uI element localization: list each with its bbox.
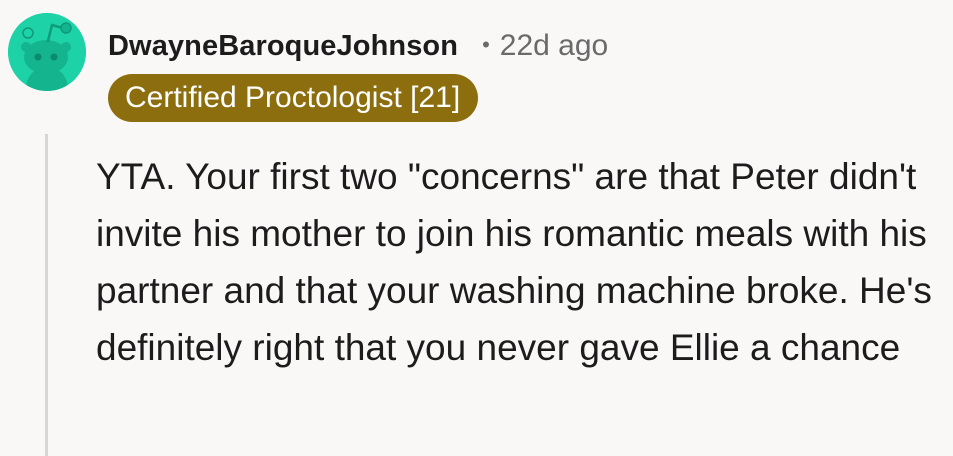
separator-dot: • bbox=[482, 32, 490, 57]
username-link[interactable]: DwayneBaroqueJohnson bbox=[108, 30, 458, 63]
user-flair-badge: Certified Proctologist [21] bbox=[108, 74, 479, 122]
comment-body: YTA. Your first two "concerns" are that … bbox=[96, 148, 936, 376]
comment-header: DwayneBaroqueJohnson • 22d ago bbox=[108, 26, 608, 66]
thread-collapse-line[interactable] bbox=[45, 134, 48, 456]
comment-body-text: YTA. Your first two "concerns" are that … bbox=[96, 156, 932, 368]
timestamp-link[interactable]: 22d ago bbox=[500, 29, 608, 63]
avatar[interactable] bbox=[8, 13, 86, 91]
snoo-avatar-icon bbox=[8, 13, 86, 91]
comment: DwayneBaroqueJohnson • 22d ago Certified… bbox=[0, 0, 953, 456]
